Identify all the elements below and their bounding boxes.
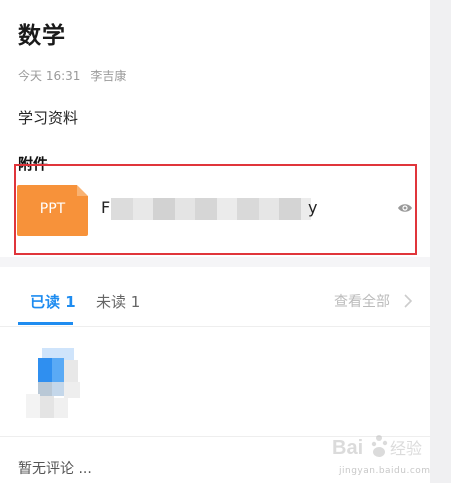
view-all-link[interactable]: 查看全部	[334, 291, 390, 311]
post-body: 学习资料	[18, 109, 79, 127]
tab-unread[interactable]: 未读 1	[96, 291, 140, 312]
post-meta: 今天 16:31 李吉康	[18, 67, 126, 84]
chevron-right-icon[interactable]	[403, 294, 413, 308]
no-comments-text: 暂无评论 ...	[18, 461, 92, 477]
attachment-item[interactable]: PPT F y	[14, 164, 417, 255]
ppt-file-icon: PPT	[17, 185, 88, 236]
avatar[interactable]	[16, 344, 86, 422]
tab-read[interactable]: 已读 1	[30, 291, 76, 312]
blurred-file-name	[111, 198, 311, 220]
page-fold	[77, 185, 88, 196]
post-author: 李吉康	[90, 69, 127, 83]
post-detail-page: 数学 今天 16:31 李吉康 学习资料 附件 PPT F y 已读 1 未读 …	[0, 0, 430, 483]
page-title: 数学	[18, 23, 66, 49]
watermark-url: jingyan.baidu.com	[339, 466, 431, 476]
svg-text:Bai: Bai	[332, 437, 363, 459]
baidu-watermark-logo: Bai 经验	[332, 435, 422, 459]
read-status-tabs: 已读 1 未读 1 查看全部	[0, 268, 430, 327]
post-time: 今天 16:31	[18, 69, 81, 83]
active-tab-indicator	[18, 322, 73, 325]
right-gutter	[430, 0, 451, 483]
file-name-end: y	[308, 198, 318, 217]
file-name-start: F	[101, 198, 111, 217]
eye-icon[interactable]	[397, 202, 413, 214]
svg-text:经验: 经验	[390, 439, 422, 458]
file-type-label: PPT	[39, 201, 66, 217]
section-divider	[0, 257, 430, 267]
